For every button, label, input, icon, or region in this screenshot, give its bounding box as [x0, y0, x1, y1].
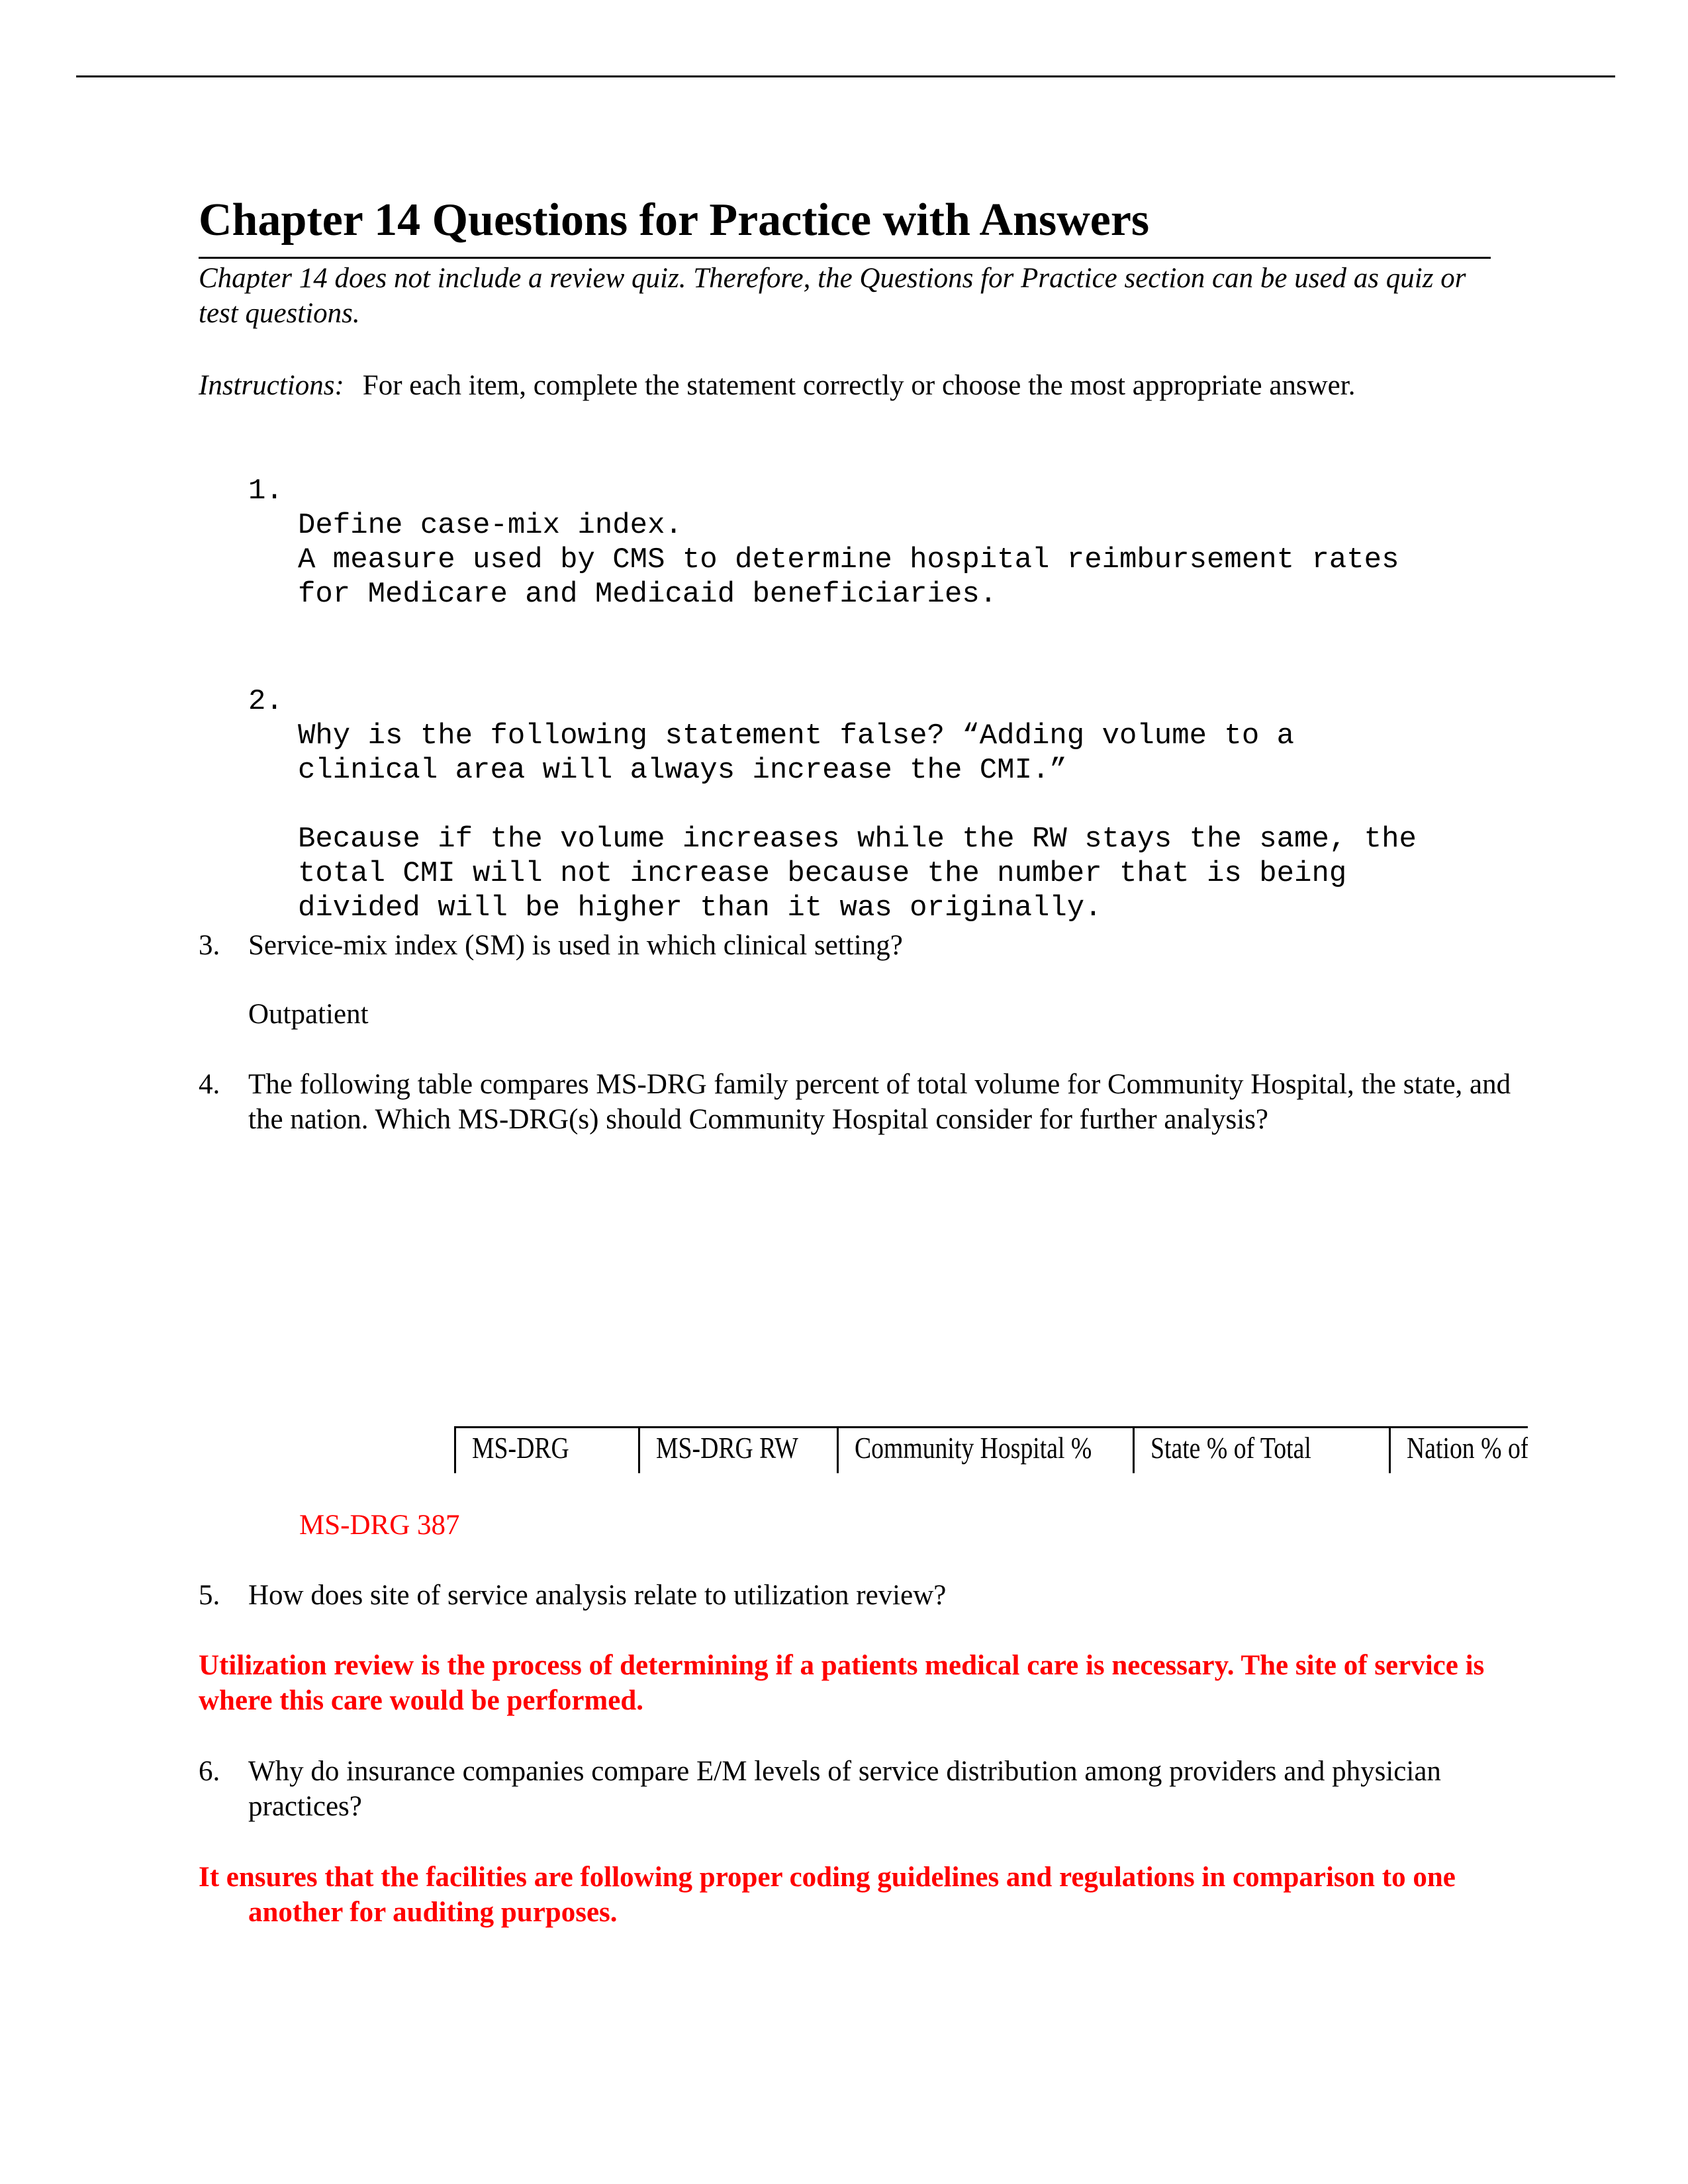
table-header-cell: Community Hospital %	[837, 1428, 1133, 1473]
question-text: Service-mix index (SM) is used in which …	[248, 930, 903, 961]
question-text: The following table compares MS-DRG fami…	[248, 1069, 1511, 1135]
instructions-label: Instructions:	[199, 370, 344, 401]
table-header-cell: MS-DRG RW	[638, 1428, 837, 1473]
question-text: Why is the following statement false? “A…	[298, 719, 1417, 925]
question-number: 4.	[199, 1069, 220, 1100]
question-text: How does site of service analysis relate…	[248, 1580, 947, 1611]
question-number: 6.	[199, 1756, 220, 1787]
question-number: 3.	[199, 930, 220, 961]
table-header-cell: MS-DRG	[454, 1428, 639, 1473]
question-2: 2. Why is the following statement false?…	[248, 650, 1417, 925]
question-text: Why do insurance companies compare E/M l…	[248, 1756, 1441, 1822]
answer-4: MS-DRG 387	[299, 1510, 460, 1541]
question-1: 1. Define case-mix index. A measure used…	[248, 439, 1399, 611]
msdrg-table-header: MS-DRG MS-DRG RW Community Hospital % St…	[454, 1426, 1528, 1473]
answer-5: Utilization review is the process of det…	[199, 1650, 1485, 1716]
title-underline	[199, 257, 1491, 259]
intro-paragraph: Chapter 14 does not include a review qui…	[199, 263, 1466, 329]
question-number: 2.	[248, 685, 283, 718]
answer-6: It ensures that the facilities are follo…	[199, 1862, 1456, 1928]
page-title: Chapter 14 Questions for Practice with A…	[199, 195, 1150, 246]
instructions: Instructions: For each item, complete the…	[199, 368, 1355, 403]
question-text: Define case-mix index. A measure used by…	[298, 509, 1399, 611]
instructions-text: For each item, complete the statement co…	[362, 370, 1356, 401]
answer-3: Outpatient	[248, 999, 369, 1030]
table-header-cell: State % of Total	[1133, 1428, 1389, 1473]
question-number: 1.	[248, 475, 283, 508]
header-rule	[76, 75, 1615, 77]
table-header-cell: Nation % of Total	[1389, 1428, 1528, 1473]
question-number: 5.	[199, 1580, 220, 1611]
